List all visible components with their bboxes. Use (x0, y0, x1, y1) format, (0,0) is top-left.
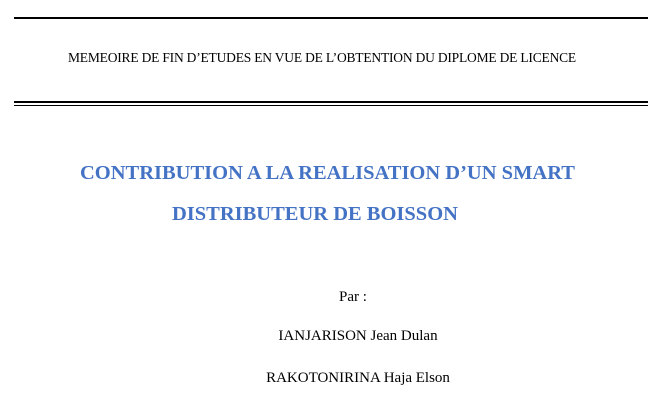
author-name: IANJARISON Jean Dulan (278, 328, 438, 344)
by-label: Par : (339, 289, 367, 305)
thesis-header: MEMEOIRE DE FIN D’ETUDES EN VUE DE L’OBT… (68, 50, 576, 65)
title-line-1: CONTRIBUTION A LA REALISATION D’UN SMART (80, 162, 575, 184)
title-line-2: DISTRIBUTEUR DE BOISSON (172, 203, 458, 225)
top-rule (14, 17, 648, 19)
double-rule-upper (14, 101, 648, 103)
double-rule-lower (14, 105, 648, 106)
author-name: RAKOTONIRINA Haja Elson (266, 370, 450, 386)
